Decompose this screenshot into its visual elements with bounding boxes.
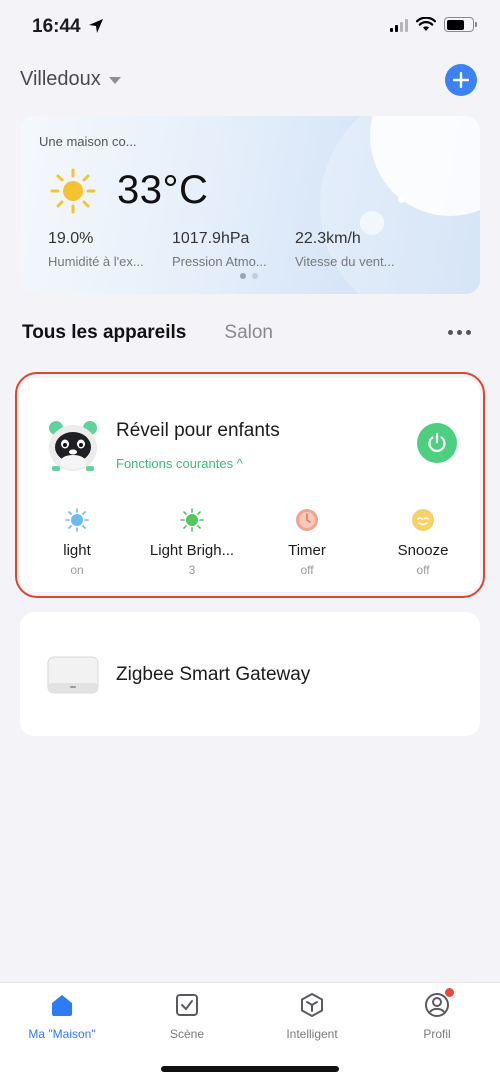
function-value: 3 <box>188 563 196 577</box>
function-timer[interactable]: Timer off <box>252 508 362 577</box>
function-value: on <box>70 563 84 577</box>
pressure-value: 1017.9hPa <box>172 230 250 247</box>
wind-metric: 22.3km/h Vitesse du vent... <box>295 230 395 269</box>
nav-intelligent[interactable]: Intelligent <box>257 991 367 1041</box>
function-name: light <box>63 542 91 559</box>
kids-alarm-clock-image <box>49 421 97 471</box>
home-indicator <box>161 1066 339 1072</box>
status-time: 16:44 <box>32 16 81 37</box>
more-dot <box>457 330 462 335</box>
home-name: Villedoux <box>20 68 101 90</box>
pressure-label: Pression Atmo... <box>172 254 267 269</box>
weather-decoration <box>398 196 405 203</box>
nav-label: Intelligent <box>286 1027 338 1041</box>
sun-blue-icon <box>65 508 89 532</box>
profile-icon <box>423 988 454 1019</box>
scene-icon <box>173 991 201 1019</box>
nav-profile[interactable]: Profil <box>382 988 492 1041</box>
nav-label: Profil <box>423 1027 451 1041</box>
carousel-pagination[interactable] <box>240 273 258 279</box>
caret-down-icon <box>108 77 121 84</box>
device-name: Réveil pour enfants <box>116 420 280 441</box>
cellular-signal-icon <box>390 18 408 32</box>
wind-label: Vitesse du vent... <box>295 254 395 269</box>
weather-location: Une maison co... <box>39 134 137 149</box>
tab-salon[interactable]: Salon <box>224 322 273 344</box>
function-snooze[interactable]: Snooze off <box>368 508 478 577</box>
sunny-icon <box>50 168 96 214</box>
page-dot[interactable] <box>252 273 258 279</box>
more-options-button[interactable] <box>448 330 471 335</box>
nav-scene[interactable]: Scène <box>132 991 242 1041</box>
function-name: Snooze <box>397 542 449 559</box>
wind-value: 22.3km/h <box>295 230 361 247</box>
battery-icon <box>444 17 477 32</box>
intelligent-icon <box>298 991 326 1019</box>
status-bar: 16:44 <box>0 0 500 56</box>
power-button[interactable] <box>417 423 457 463</box>
nav-home[interactable]: Ma "Maison" <box>7 991 117 1041</box>
status-indicators <box>390 17 477 32</box>
location-arrow-icon <box>89 19 103 33</box>
humidity-metric: 19.0% Humidité à l'ex... <box>48 230 144 269</box>
snooze-icon <box>412 509 434 531</box>
page-dot-active[interactable] <box>240 273 246 279</box>
humidity-value: 19.0% <box>48 230 94 247</box>
notification-dot <box>445 988 454 997</box>
function-name: Timer <box>288 542 326 559</box>
device-name: Zigbee Smart Gateway <box>116 664 311 685</box>
nav-label: Ma "Maison" <box>28 1027 96 1041</box>
device-card-zigbee-gateway[interactable]: Zigbee Smart Gateway <box>20 612 480 736</box>
function-light-brightness[interactable]: Light Brigh... 3 <box>137 508 247 577</box>
timer-icon <box>296 509 318 531</box>
device-card-alarm-clock[interactable]: Réveil pour enfants Fonctions courantes … <box>20 378 480 592</box>
weather-card[interactable]: Une maison co... 33°C 19.0% Humidité à l… <box>20 116 480 294</box>
sun-green-icon <box>180 508 204 532</box>
more-dot <box>466 330 471 335</box>
function-light[interactable]: light on <box>22 508 132 577</box>
wifi-icon <box>416 17 436 31</box>
nav-label: Scène <box>169 1027 205 1041</box>
humidity-label: Humidité à l'ex... <box>48 254 144 269</box>
pressure-metric: 1017.9hPa Pression Atmo... <box>172 230 267 269</box>
gateway-device-image <box>47 656 99 694</box>
plus-icon <box>453 72 469 88</box>
tab-all-devices[interactable]: Tous les appareils <box>22 322 186 344</box>
power-icon <box>428 432 446 453</box>
function-name: Light Brigh... <box>149 542 235 559</box>
temperature: 33°C <box>117 168 209 212</box>
common-functions-toggle[interactable]: Fonctions courantes ^ <box>116 456 243 471</box>
function-value: off <box>416 563 430 577</box>
home-icon <box>48 991 76 1019</box>
home-selector[interactable]: Villedoux <box>20 68 121 91</box>
add-device-button[interactable] <box>445 64 477 96</box>
function-value: off <box>300 563 314 577</box>
room-tabs: Tous les appareils Salon <box>22 322 273 344</box>
more-dot <box>448 330 453 335</box>
